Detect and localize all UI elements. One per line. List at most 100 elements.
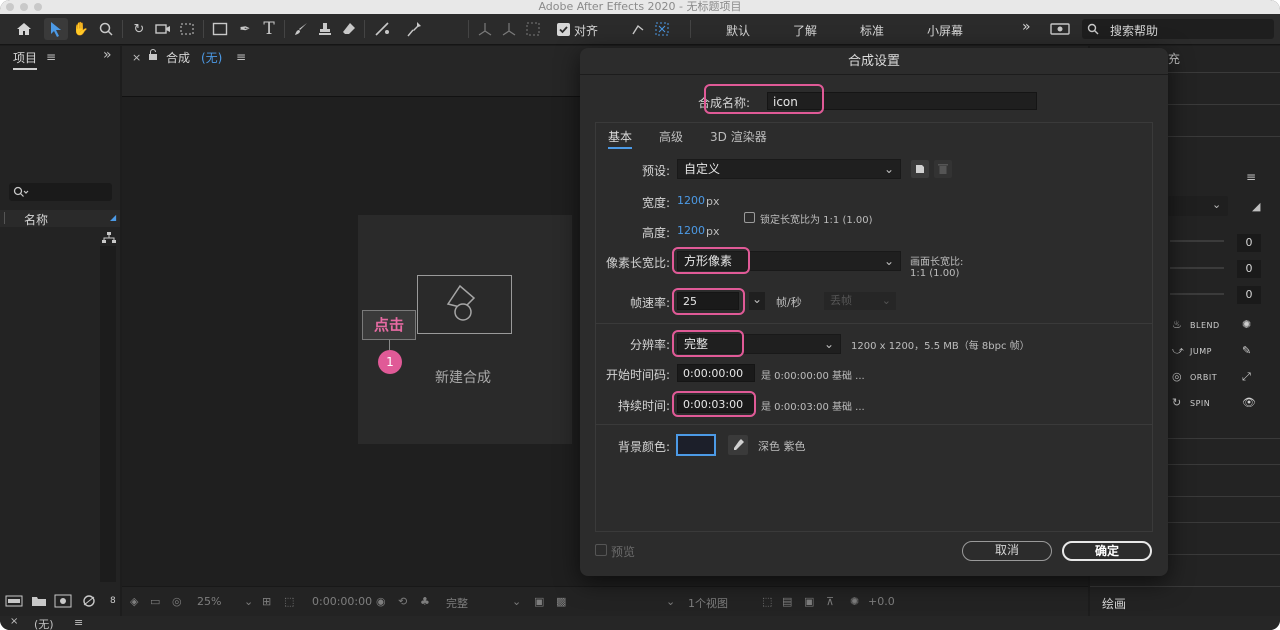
triangle-icon[interactable]: ◢ xyxy=(1252,200,1260,213)
resolution-dropdown-icon[interactable]: ⌄ xyxy=(512,595,521,608)
jump-icon[interactable]: ⤻ xyxy=(1172,344,1184,358)
height-value[interactable]: 1200 xyxy=(677,224,705,237)
timeline-menu-icon[interactable]: ≡ xyxy=(74,616,83,629)
expand-icon[interactable]: ⤢ xyxy=(1242,370,1251,384)
paint-panel-label[interactable]: 绘画 xyxy=(1102,595,1126,612)
hand-tool-icon[interactable]: ✋ xyxy=(70,18,92,40)
eraser-tool-icon[interactable] xyxy=(338,18,360,40)
camera-tool-icon[interactable] xyxy=(152,18,174,40)
save-preset-icon[interactable] xyxy=(911,160,929,178)
rectangle-tool-icon[interactable] xyxy=(208,18,232,40)
exposure-value[interactable]: +0.0 xyxy=(868,595,895,608)
minimize-window-button[interactable] xyxy=(20,3,28,11)
eye-icon[interactable]: 👁 xyxy=(1242,396,1256,409)
bg-color-swatch[interactable] xyxy=(676,434,716,456)
composition-tab-label[interactable]: 合成 xyxy=(166,49,190,66)
clone-stamp-tool-icon[interactable] xyxy=(314,18,336,40)
views-dropdown-icon[interactable]: ⌄ xyxy=(666,595,675,608)
axis-local-icon[interactable] xyxy=(474,18,496,40)
pen-tool-icon[interactable]: ✒ xyxy=(234,18,256,40)
grid-options-icon[interactable]: ⊞ xyxy=(262,595,271,608)
type-tool-icon[interactable]: T xyxy=(258,18,280,40)
snapshot-icon[interactable]: ◉ xyxy=(376,595,386,608)
vr-icon[interactable]: ◎ xyxy=(172,595,182,608)
always-preview-icon[interactable]: ◈ xyxy=(130,595,138,608)
fps-dropdown-icon[interactable]: ⌄ xyxy=(749,292,765,310)
close-tab-icon[interactable]: × xyxy=(132,51,141,64)
snap-grid-icon[interactable] xyxy=(652,18,672,40)
toggle-pixel-icon[interactable]: ⬚ xyxy=(762,595,772,608)
spin-label[interactable]: SPIN xyxy=(1190,399,1210,408)
pan-behind-tool-icon[interactable] xyxy=(176,18,198,40)
jump-label[interactable]: JUMP xyxy=(1190,347,1212,356)
fps-input[interactable]: 25 xyxy=(677,292,739,310)
monitor-icon[interactable]: ▭ xyxy=(150,595,160,608)
start-timecode-input[interactable]: 0:00:00:00 xyxy=(677,364,755,382)
selection-tool-icon[interactable] xyxy=(44,18,68,40)
new-folder-icon[interactable] xyxy=(31,595,47,610)
pixel-aspect-select[interactable]: 方形像素 ⌄ xyxy=(677,251,901,271)
param-value-1[interactable]: 0 xyxy=(1237,234,1261,252)
ok-button[interactable]: 确定 xyxy=(1062,541,1152,561)
region-of-interest-icon[interactable]: ▣ xyxy=(534,595,544,608)
workspace-learn[interactable]: 了解 xyxy=(793,22,817,39)
project-search-input[interactable] xyxy=(9,183,112,201)
rotate-tool-icon[interactable]: ↻ xyxy=(128,18,150,40)
snap-option-icon[interactable] xyxy=(628,18,648,40)
flowchart-view-icon[interactable]: ⊼ xyxy=(826,595,834,608)
preview-checkbox[interactable] xyxy=(595,544,607,556)
composition-panel-menu-icon[interactable]: ≡ xyxy=(236,50,246,64)
sort-arrow-icon[interactable]: ◢ xyxy=(110,213,116,222)
search-help-field[interactable]: 搜索帮助 xyxy=(1082,19,1274,39)
drop-frame-select[interactable]: 丢帧 ⌄ xyxy=(824,292,896,310)
new-composition-icon[interactable] xyxy=(54,594,72,611)
brush-tool-icon[interactable] xyxy=(290,18,312,40)
eyedropper-icon[interactable] xyxy=(728,435,748,455)
lock-icon[interactable] xyxy=(148,49,158,64)
snap-checkbox[interactable] xyxy=(557,23,570,36)
tab-advanced[interactable]: 高级 xyxy=(659,128,683,145)
duration-input[interactable]: 0:00:03:00 xyxy=(677,395,755,413)
more-workspaces-icon[interactable]: » xyxy=(1022,19,1031,35)
expand-panels-icon[interactable]: » xyxy=(103,47,112,63)
blend-icon[interactable]: ♨ xyxy=(1172,318,1182,331)
home-icon[interactable] xyxy=(12,18,36,40)
exposure-icon[interactable]: ✺ xyxy=(850,595,859,608)
param-value-3[interactable]: 0 xyxy=(1237,286,1261,304)
roto-brush-tool-icon[interactable] xyxy=(370,18,396,40)
workspace-standard[interactable]: 标准 xyxy=(860,22,884,39)
character-panel-menu-icon[interactable]: ≡ xyxy=(1246,170,1256,184)
column-name[interactable]: 名称 xyxy=(24,211,48,228)
show-snapshot-icon[interactable]: ⟲ xyxy=(398,595,407,608)
panel-menu-icon[interactable]: ≡ xyxy=(46,50,56,64)
zoom-level[interactable]: 25% xyxy=(197,595,221,608)
zoom-tool-icon[interactable] xyxy=(95,18,117,40)
blend-label[interactable]: BLEND xyxy=(1190,321,1220,330)
comp-name-input[interactable]: icon xyxy=(767,92,1037,110)
zoom-window-button[interactable] xyxy=(34,3,42,11)
resolution-select[interactable]: 完整 xyxy=(446,595,468,611)
fast-preview-icon[interactable]: ▤ xyxy=(782,595,792,608)
lock-aspect-checkbox[interactable] xyxy=(744,212,755,223)
spark-icon[interactable]: ✺ xyxy=(1242,318,1251,331)
workspace-default[interactable]: 默认 xyxy=(726,22,750,39)
font-style-select[interactable]: ⌄ xyxy=(1168,196,1228,216)
pencil-icon[interactable]: ✎ xyxy=(1242,344,1251,357)
orbit-label[interactable]: ORBIT xyxy=(1190,373,1217,382)
width-value[interactable]: 1200 xyxy=(677,194,705,207)
current-time[interactable]: 0:00:00:00 xyxy=(312,595,372,608)
delete-preset-icon[interactable] xyxy=(934,160,952,178)
channel-icon[interactable]: ♣ xyxy=(420,595,430,608)
param-value-2[interactable]: 0 xyxy=(1237,260,1261,278)
puppet-tool-icon[interactable] xyxy=(402,18,426,40)
bpc-label[interactable]: 8 xyxy=(110,596,116,606)
mask-visibility-icon[interactable]: ⬚ xyxy=(284,595,294,608)
project-tab[interactable]: 项目 xyxy=(13,49,38,70)
timeline-tab-label[interactable]: (无) xyxy=(34,616,54,630)
tab-basic[interactable]: 基本 xyxy=(608,128,633,149)
orbit-icon[interactable]: ◎ xyxy=(1172,370,1182,383)
transparency-grid-icon[interactable]: ▩ xyxy=(556,595,566,608)
composition-tab-value[interactable]: (无) xyxy=(201,49,222,66)
preset-select[interactable]: 自定义 ⌄ xyxy=(677,159,901,179)
views-select[interactable]: 1个视图 xyxy=(688,595,728,611)
